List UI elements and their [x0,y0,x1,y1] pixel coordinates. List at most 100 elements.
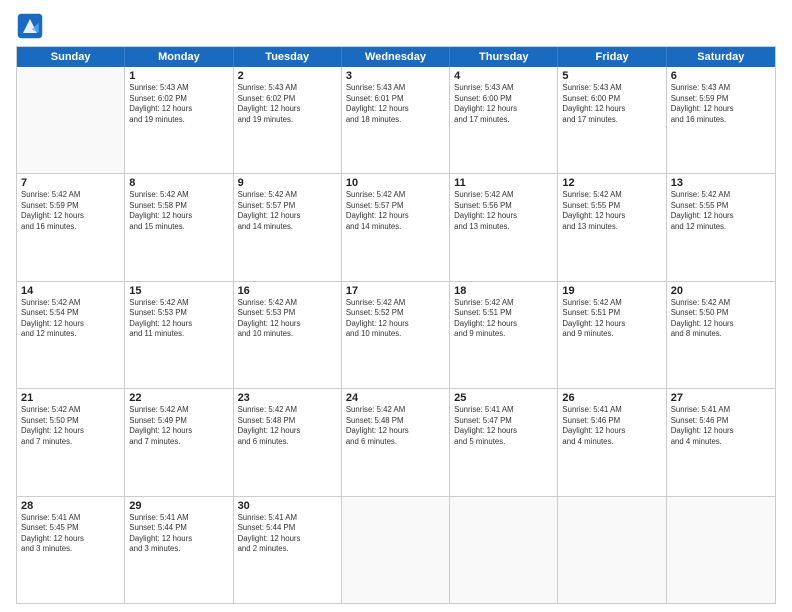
col-header-sunday: Sunday [17,47,125,67]
col-header-thursday: Thursday [450,47,558,67]
logo [16,12,48,40]
day-info: Sunrise: 5:41 AM Sunset: 5:45 PM Dayligh… [21,513,120,555]
day-number: 27 [671,392,771,404]
day-number: 30 [238,500,337,512]
day-info: Sunrise: 5:42 AM Sunset: 5:52 PM Dayligh… [346,298,445,340]
page-header [16,12,776,40]
day-number: 8 [129,177,228,189]
day-number: 20 [671,285,771,297]
day-cell-30: 30Sunrise: 5:41 AM Sunset: 5:44 PM Dayli… [234,497,342,603]
week-row-4: 21Sunrise: 5:42 AM Sunset: 5:50 PM Dayli… [17,389,775,496]
day-number: 13 [671,177,771,189]
day-cell-27: 27Sunrise: 5:41 AM Sunset: 5:46 PM Dayli… [667,389,775,495]
day-info: Sunrise: 5:43 AM Sunset: 6:00 PM Dayligh… [454,83,553,125]
day-number: 28 [21,500,120,512]
day-number: 22 [129,392,228,404]
day-cell-19: 19Sunrise: 5:42 AM Sunset: 5:51 PM Dayli… [558,282,666,388]
day-info: Sunrise: 5:42 AM Sunset: 5:54 PM Dayligh… [21,298,120,340]
day-number: 5 [562,70,661,82]
day-number: 11 [454,177,553,189]
day-number: 21 [21,392,120,404]
day-cell-20: 20Sunrise: 5:42 AM Sunset: 5:50 PM Dayli… [667,282,775,388]
day-number: 29 [129,500,228,512]
day-info: Sunrise: 5:41 AM Sunset: 5:47 PM Dayligh… [454,405,553,447]
day-number: 18 [454,285,553,297]
col-header-tuesday: Tuesday [234,47,342,67]
calendar-page: SundayMondayTuesdayWednesdayThursdayFrid… [0,0,792,612]
day-cell-7: 7Sunrise: 5:42 AM Sunset: 5:59 PM Daylig… [17,174,125,280]
day-cell-18: 18Sunrise: 5:42 AM Sunset: 5:51 PM Dayli… [450,282,558,388]
day-info: Sunrise: 5:42 AM Sunset: 5:51 PM Dayligh… [562,298,661,340]
day-info: Sunrise: 5:42 AM Sunset: 5:58 PM Dayligh… [129,190,228,232]
day-cell-9: 9Sunrise: 5:42 AM Sunset: 5:57 PM Daylig… [234,174,342,280]
week-row-3: 14Sunrise: 5:42 AM Sunset: 5:54 PM Dayli… [17,282,775,389]
day-info: Sunrise: 5:41 AM Sunset: 5:44 PM Dayligh… [238,513,337,555]
day-info: Sunrise: 5:42 AM Sunset: 5:57 PM Dayligh… [238,190,337,232]
day-number: 12 [562,177,661,189]
day-cell-21: 21Sunrise: 5:42 AM Sunset: 5:50 PM Dayli… [17,389,125,495]
day-cell-2: 2Sunrise: 5:43 AM Sunset: 6:02 PM Daylig… [234,67,342,173]
day-info: Sunrise: 5:43 AM Sunset: 6:00 PM Dayligh… [562,83,661,125]
day-number: 1 [129,70,228,82]
day-cell-1: 1Sunrise: 5:43 AM Sunset: 6:02 PM Daylig… [125,67,233,173]
day-cell-11: 11Sunrise: 5:42 AM Sunset: 5:56 PM Dayli… [450,174,558,280]
day-info: Sunrise: 5:42 AM Sunset: 5:48 PM Dayligh… [238,405,337,447]
day-number: 23 [238,392,337,404]
day-number: 10 [346,177,445,189]
day-cell-24: 24Sunrise: 5:42 AM Sunset: 5:48 PM Dayli… [342,389,450,495]
day-cell-25: 25Sunrise: 5:41 AM Sunset: 5:47 PM Dayli… [450,389,558,495]
day-info: Sunrise: 5:42 AM Sunset: 5:57 PM Dayligh… [346,190,445,232]
day-cell-23: 23Sunrise: 5:42 AM Sunset: 5:48 PM Dayli… [234,389,342,495]
day-cell-16: 16Sunrise: 5:42 AM Sunset: 5:53 PM Dayli… [234,282,342,388]
day-cell-10: 10Sunrise: 5:42 AM Sunset: 5:57 PM Dayli… [342,174,450,280]
day-info: Sunrise: 5:41 AM Sunset: 5:46 PM Dayligh… [562,405,661,447]
day-number: 25 [454,392,553,404]
week-row-2: 7Sunrise: 5:42 AM Sunset: 5:59 PM Daylig… [17,174,775,281]
empty-cell [667,497,775,603]
col-header-monday: Monday [125,47,233,67]
day-cell-14: 14Sunrise: 5:42 AM Sunset: 5:54 PM Dayli… [17,282,125,388]
day-cell-3: 3Sunrise: 5:43 AM Sunset: 6:01 PM Daylig… [342,67,450,173]
day-info: Sunrise: 5:42 AM Sunset: 5:53 PM Dayligh… [238,298,337,340]
day-number: 3 [346,70,445,82]
day-info: Sunrise: 5:43 AM Sunset: 6:02 PM Dayligh… [129,83,228,125]
day-info: Sunrise: 5:42 AM Sunset: 5:53 PM Dayligh… [129,298,228,340]
col-header-friday: Friday [558,47,666,67]
day-info: Sunrise: 5:41 AM Sunset: 5:44 PM Dayligh… [129,513,228,555]
day-number: 2 [238,70,337,82]
calendar-body: 1Sunrise: 5:43 AM Sunset: 6:02 PM Daylig… [17,67,775,603]
day-cell-8: 8Sunrise: 5:42 AM Sunset: 5:58 PM Daylig… [125,174,233,280]
day-info: Sunrise: 5:42 AM Sunset: 5:50 PM Dayligh… [21,405,120,447]
day-cell-6: 6Sunrise: 5:43 AM Sunset: 5:59 PM Daylig… [667,67,775,173]
day-number: 6 [671,70,771,82]
calendar-header-row: SundayMondayTuesdayWednesdayThursdayFrid… [17,47,775,67]
day-number: 17 [346,285,445,297]
day-info: Sunrise: 5:43 AM Sunset: 6:02 PM Dayligh… [238,83,337,125]
day-info: Sunrise: 5:42 AM Sunset: 5:56 PM Dayligh… [454,190,553,232]
day-cell-15: 15Sunrise: 5:42 AM Sunset: 5:53 PM Dayli… [125,282,233,388]
day-number: 7 [21,177,120,189]
week-row-1: 1Sunrise: 5:43 AM Sunset: 6:02 PM Daylig… [17,67,775,174]
empty-cell [342,497,450,603]
col-header-saturday: Saturday [667,47,775,67]
day-number: 26 [562,392,661,404]
day-cell-4: 4Sunrise: 5:43 AM Sunset: 6:00 PM Daylig… [450,67,558,173]
day-info: Sunrise: 5:43 AM Sunset: 6:01 PM Dayligh… [346,83,445,125]
day-number: 4 [454,70,553,82]
week-row-5: 28Sunrise: 5:41 AM Sunset: 5:45 PM Dayli… [17,497,775,603]
day-number: 19 [562,285,661,297]
day-info: Sunrise: 5:42 AM Sunset: 5:55 PM Dayligh… [671,190,771,232]
day-info: Sunrise: 5:43 AM Sunset: 5:59 PM Dayligh… [671,83,771,125]
day-info: Sunrise: 5:41 AM Sunset: 5:46 PM Dayligh… [671,405,771,447]
empty-cell [450,497,558,603]
day-info: Sunrise: 5:42 AM Sunset: 5:59 PM Dayligh… [21,190,120,232]
logo-icon [16,12,44,40]
day-number: 16 [238,285,337,297]
day-number: 24 [346,392,445,404]
calendar: SundayMondayTuesdayWednesdayThursdayFrid… [16,46,776,604]
col-header-wednesday: Wednesday [342,47,450,67]
day-number: 14 [21,285,120,297]
day-cell-17: 17Sunrise: 5:42 AM Sunset: 5:52 PM Dayli… [342,282,450,388]
day-cell-13: 13Sunrise: 5:42 AM Sunset: 5:55 PM Dayli… [667,174,775,280]
day-cell-22: 22Sunrise: 5:42 AM Sunset: 5:49 PM Dayli… [125,389,233,495]
